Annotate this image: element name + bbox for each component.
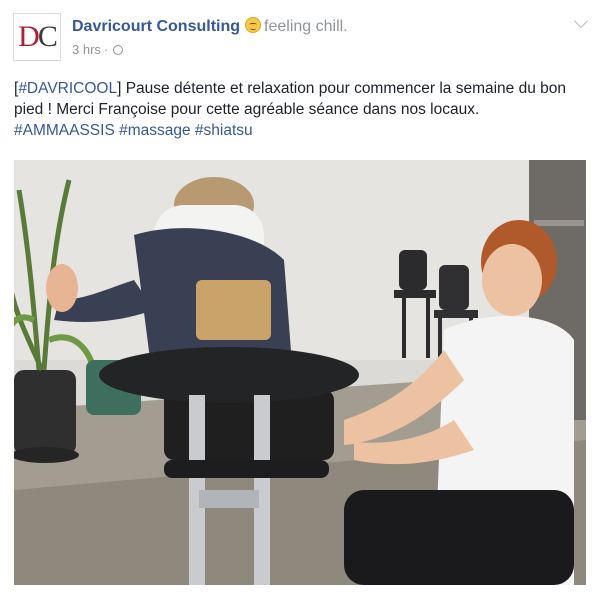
hashtag-ammaassis[interactable]: #AMMAASSIS (14, 122, 115, 139)
relieved-face-icon (245, 17, 262, 33)
hashtag-davricool[interactable]: #DAVRICOOL (18, 80, 117, 97)
chevron-down-icon[interactable] (573, 13, 589, 29)
post-photo[interactable] (14, 160, 586, 585)
avatar-letter-d: D (18, 20, 40, 53)
post-meta: 3 hrs · (72, 42, 124, 57)
page-name-link[interactable]: Davricourt Consulting (72, 18, 240, 35)
globe-icon[interactable] (113, 44, 124, 55)
page-avatar[interactable]: DC (13, 13, 61, 61)
post-header: Davricourt Consulting feeling chill. (72, 17, 348, 36)
hashtag-massage[interactable]: #massage (119, 122, 191, 139)
meta-separator: · (103, 42, 109, 57)
feeling-status: feeling chill. (264, 18, 348, 35)
hashtag-shiatsu[interactable]: #shiatsu (195, 122, 253, 139)
timestamp-link[interactable]: 3 hrs (72, 42, 101, 57)
post-card: DC Davricourt Consulting feeling chill. 3… (0, 0, 600, 600)
post-body: [#DAVRICOOL] Pause détente et relaxation… (14, 78, 589, 141)
massage-scene-image (14, 160, 586, 585)
avatar-letter-c: C (37, 20, 58, 53)
